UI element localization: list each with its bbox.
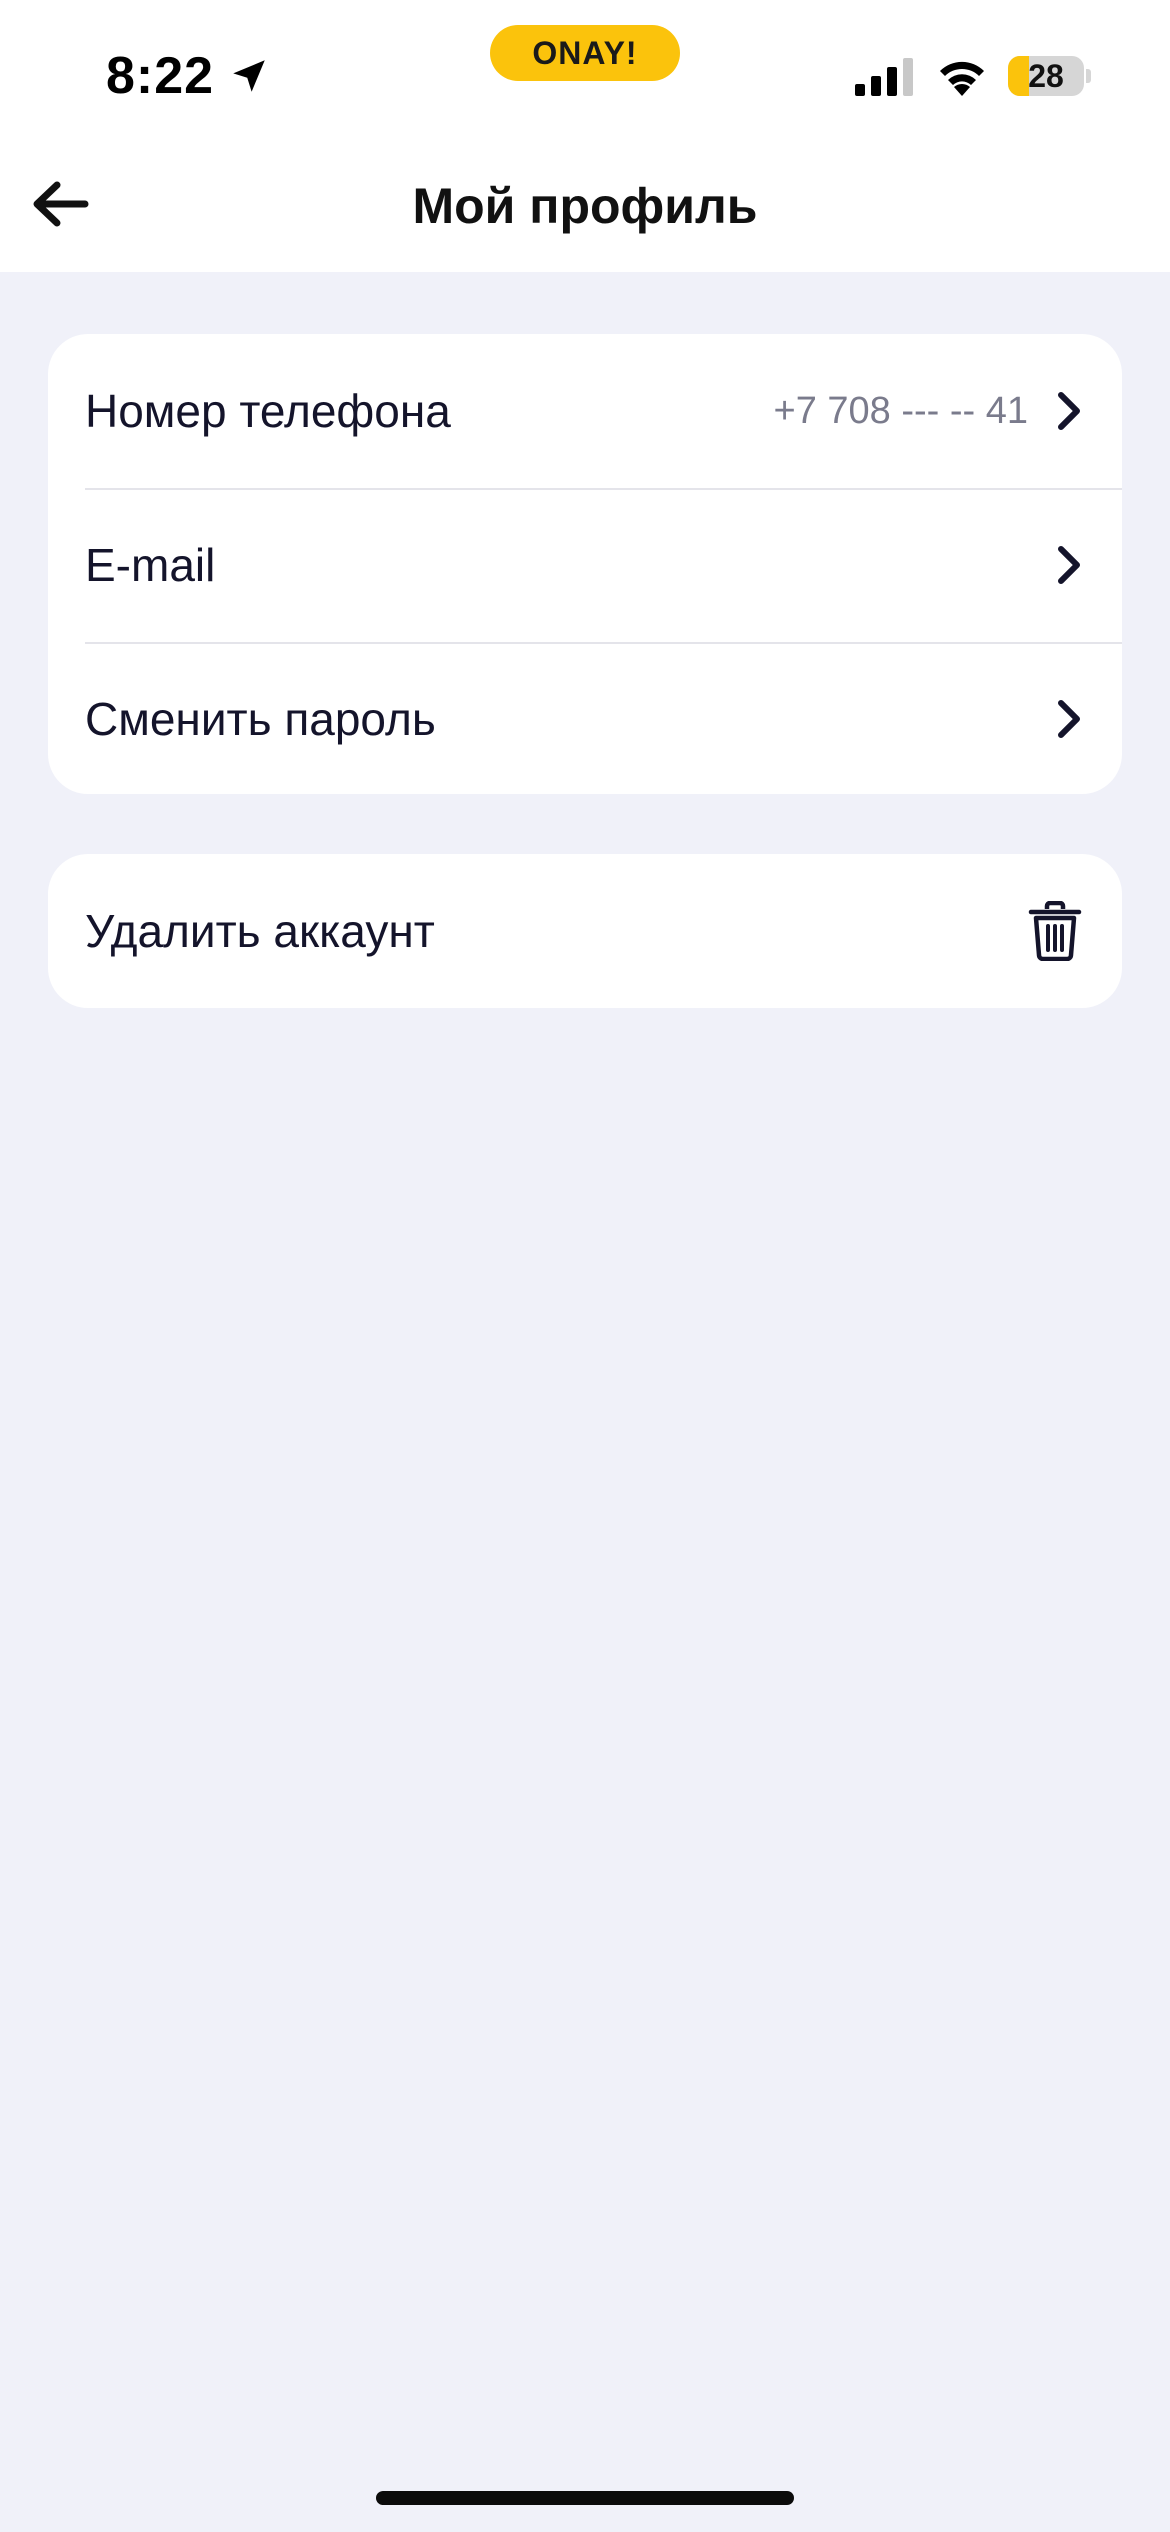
chevron-right-icon [1058,700,1080,738]
change-password-label: Сменить пароль [85,693,436,745]
delete-account-card: Удалить аккаунт [48,854,1122,1008]
profile-settings-card: Номер телефона +7 708 --- -- 41 E-mail С… [48,334,1122,794]
clock: 8:22 [106,44,270,108]
app-pill-badge[interactable]: ONAY! [490,25,680,81]
trash-icon [1028,901,1082,961]
battery-cap [1086,69,1091,83]
phone-number-row[interactable]: Номер телефона +7 708 --- -- 41 [48,334,1122,488]
email-label: E-mail [85,539,216,591]
status-bar: 8:22 ONAY! 28 [0,0,1170,140]
phone-number-label: Номер телефона [85,385,451,437]
arrow-left-icon [33,181,89,227]
status-time: 8:22 [106,47,215,105]
nav-bar: Мой профиль [0,140,1170,272]
battery-indicator: 28 [1008,56,1091,96]
delete-account-label: Удалить аккаунт [85,905,435,957]
battery-percent: 28 [1028,58,1064,94]
change-password-row[interactable]: Сменить пароль [48,642,1122,794]
page-title: Мой профиль [412,178,758,234]
email-row[interactable]: E-mail [48,488,1122,642]
delete-account-row[interactable]: Удалить аккаунт [48,854,1122,1008]
app-pill-label: ONAY! [532,34,638,71]
chevron-right-icon [1058,392,1080,430]
back-button[interactable] [20,164,100,244]
wifi-icon [940,61,984,96]
location-arrow-icon [233,60,265,92]
home-indicator[interactable] [376,2491,794,2505]
phone-number-value: +7 708 --- -- 41 [773,389,1029,432]
cellular-signal-icon [855,58,913,96]
chevron-right-icon [1058,546,1080,584]
